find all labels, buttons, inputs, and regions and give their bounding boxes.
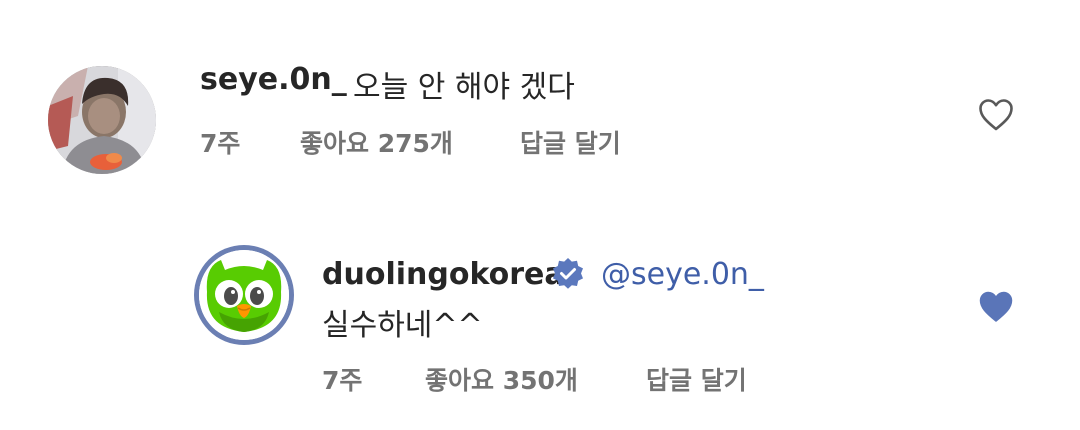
duolingo-owl-avatar-icon [199,250,289,340]
comment-username[interactable]: duolingokorea [322,257,565,292]
comment-time: 7주 [322,366,363,395]
comment-text: 실수하네^^ [322,308,483,343]
duolingo-avatar[interactable] [199,250,289,340]
heart-outline-icon [979,99,1013,131]
like-button[interactable] [978,290,1014,328]
heart-filled-icon [979,291,1013,322]
comment-likes-count[interactable]: 좋아요 275개 [300,124,453,160]
verified-badge-icon [550,256,586,296]
mention-link[interactable]: @seye.0n_ [601,257,764,292]
comment-text: 오늘 안 해야 겠다 [353,70,575,105]
user-avatar[interactable] [48,66,156,174]
comment-username[interactable]: seye.0n_ [200,62,347,97]
like-button[interactable] [978,98,1014,136]
user-photo-avatar-icon [48,66,156,174]
comment-likes-count[interactable]: 좋아요 350개 [425,361,578,397]
reply-button[interactable]: 답글 달기 [646,361,747,397]
reply-button[interactable]: 답글 달기 [520,124,621,160]
comment-time: 7주 [200,129,241,158]
